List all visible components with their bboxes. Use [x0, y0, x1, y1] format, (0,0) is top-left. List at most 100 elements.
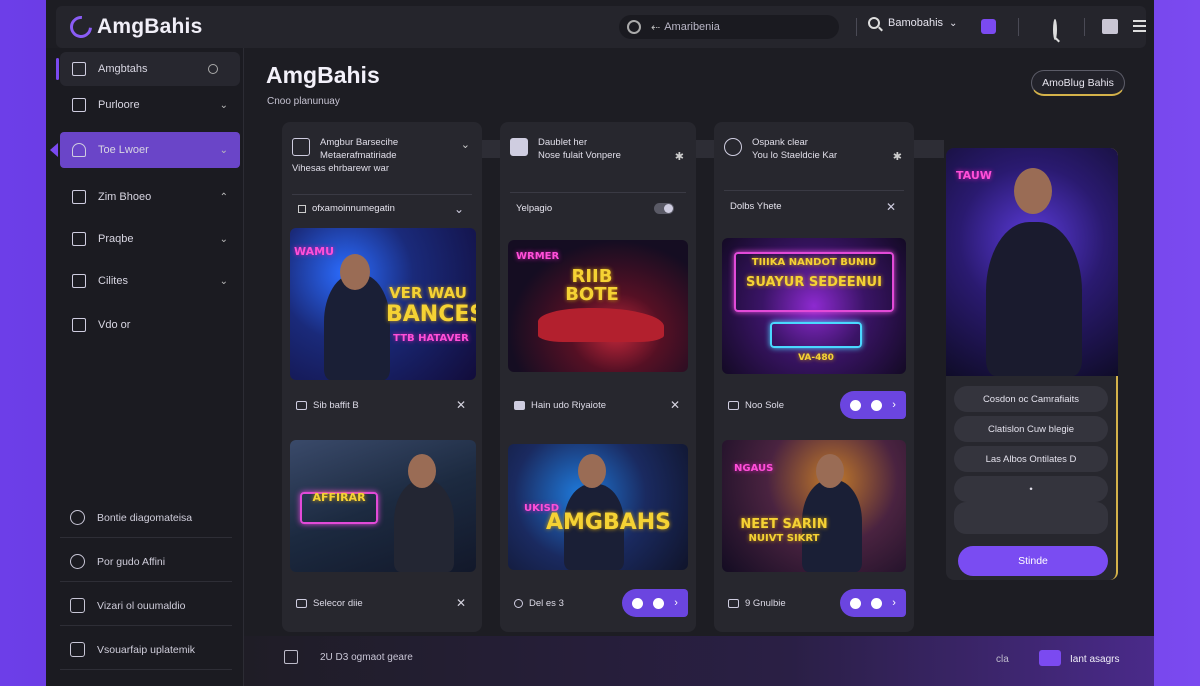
arrow-icon: › [892, 399, 896, 411]
sidebar-bottom-item[interactable]: Vizari ol ouumaldio [60, 586, 232, 626]
neon-text: SUAYUR SEDEENUI [746, 275, 882, 290]
neon-text: NUIVT SIKRT [748, 533, 820, 544]
action-pill[interactable]: › [840, 589, 906, 617]
panel-input-field[interactable] [954, 502, 1108, 534]
submit-button[interactable]: Stinde [958, 546, 1108, 576]
image-icon [514, 400, 525, 410]
panel-option-button[interactable]: • [954, 476, 1108, 502]
image-icon [296, 400, 307, 410]
promo-card-image[interactable]: TIIIKA NANDOT BUNIU SUAYUR SEDEENUI VA-4… [722, 238, 906, 374]
user-icon [632, 597, 644, 609]
brand-icon[interactable] [1039, 650, 1061, 666]
promo-card-image[interactable]: WAMU VER WAU BANCES TTB HATAVER [290, 228, 476, 380]
right-panel: TAUW Cosdon oc Camrafiaits Clatislon Cuw… [946, 148, 1118, 580]
panel-option-button[interactable]: Cosdon oc Camrafiaits [954, 386, 1108, 412]
person-figure [324, 274, 390, 380]
square-icon[interactable] [284, 650, 298, 664]
header-line: You lo Staeldcie Kar [752, 150, 838, 161]
close-icon[interactable]: ✕ [456, 596, 466, 610]
sidebar: Amgbtahs Purloore ⌄ Toe Lwoer ⌄ Zim Bhoe… [46, 48, 244, 686]
chevron-down-icon: ⌄ [949, 17, 958, 29]
sidebar-item-purloore[interactable]: Purloore ⌄ [60, 88, 240, 122]
account-dropdown[interactable]: Bamobahis ⌄ [868, 17, 957, 29]
search-icon [1053, 19, 1057, 40]
filter-row[interactable]: Dolbs Yhete ✕ [724, 190, 904, 222]
promo-card-image[interactable]: NGAUS NEET SARIN NUIVT SIKRT [722, 440, 906, 572]
sidebar-item-praqbe[interactable]: Praqbe ⌄ [60, 222, 240, 256]
user-icon [850, 597, 862, 609]
app-window: AmgBahis ⇠ Amaribenia Bamobahis ⌄ Amgbta… [46, 0, 1154, 686]
search-icon [70, 554, 85, 569]
sidebar-bottom-item[interactable]: Bontie diagomateisa [60, 498, 232, 538]
column-3: Ospank clear You lo Staeldcie Kar ✱ Dolb… [714, 122, 914, 632]
chevron-down-icon: ⌄ [219, 99, 228, 111]
toggle-switch[interactable] [654, 203, 674, 214]
promo-card-image[interactable]: UKISD AMGBAHS [508, 444, 688, 570]
sidebar-item-video[interactable]: Vdo or [60, 308, 240, 342]
bag-icon[interactable] [1102, 19, 1118, 34]
divider [856, 18, 857, 36]
car-shape [538, 308, 664, 342]
settings-icon[interactable] [208, 64, 218, 74]
sidebar-item-label: Amgbtahs [98, 63, 148, 75]
chevron-down-icon: ⌄ [219, 275, 228, 287]
sidebar-bottom-item[interactable]: Por gudo Affini [60, 542, 232, 582]
person-figure [394, 480, 454, 572]
promo-card-image[interactable]: WRMER RIIB BOTE [508, 240, 688, 372]
promo-card-image[interactable]: AFFIRAR [290, 440, 476, 572]
person-head [340, 254, 370, 290]
header-line: Ospank clear [752, 137, 808, 148]
chevron-down-icon[interactable]: ⌄ [461, 138, 470, 151]
user-icon [871, 597, 883, 609]
card-label: Del es 3 [529, 597, 564, 609]
search-button[interactable] [1053, 19, 1065, 40]
account-label: Bamobahis [888, 17, 944, 29]
close-icon[interactable]: ✕ [670, 398, 680, 412]
header-line: Amgbur Barsecihe [320, 137, 399, 148]
sidebar-item-cilites[interactable]: Cilites ⌄ [60, 264, 240, 298]
image-icon [70, 598, 85, 613]
page-subtitle: Cnoo planunuay [267, 96, 340, 107]
header-line: Metaerafmatiriade [320, 150, 397, 161]
filter-dropdown[interactable]: ofxamoinnumegatin ⌄ [292, 194, 472, 222]
top-action-button[interactable]: AmoBlug Bahis [1031, 70, 1125, 96]
arrow-icon: › [674, 597, 678, 609]
sparkle-icon[interactable]: ✱ [675, 150, 684, 163]
sidebar-item-label: Praqbe [98, 233, 134, 245]
column-header: Amgbur Barsecihe Metaerafmatiriade Vihes… [292, 136, 472, 174]
profile-image[interactable]: TAUW [946, 148, 1118, 376]
page-title: AmgBahis [266, 62, 380, 88]
bottom-bar: 2U D3 ogmaot geare cla Iant asagrs [244, 636, 1154, 686]
sidebar-item-home[interactable]: Amgbtahs [56, 52, 240, 86]
close-icon[interactable]: ✕ [456, 398, 466, 412]
menu-icon[interactable] [1133, 20, 1146, 35]
profile-icon [724, 138, 742, 156]
person-head [408, 454, 436, 488]
field-label: Dolbs Yhete [730, 201, 782, 212]
app-logo[interactable]: AmgBahis [65, 11, 202, 43]
neon-text: TTB HATAVER [393, 333, 469, 344]
toggle-row[interactable]: Yelpagio [510, 192, 686, 224]
card-label: Selecor diie [313, 597, 363, 609]
neon-text: VER WAU [389, 284, 467, 302]
action-pill[interactable]: › [840, 391, 906, 419]
search-input[interactable]: ⇠ Amaribenia [619, 15, 839, 39]
sparkle-icon[interactable]: ✱ [893, 150, 902, 163]
sidebar-bottom-label: Por gudo Affini [97, 555, 166, 568]
sidebar-bottom-label: Vsouarfaip uplatemik [97, 643, 196, 656]
panel-option-button[interactable]: Clatislon Cuw blegie [954, 416, 1108, 442]
panel-option-button[interactable]: Las Albos Ontilates D [954, 446, 1108, 472]
image-icon [728, 400, 739, 410]
sidebar-item-zim[interactable]: Zim Bhoeo ⌃ [60, 180, 240, 214]
card-label: Noo Sole [745, 399, 785, 411]
sidebar-bottom-item[interactable]: Vsouarfaip uplatemik [60, 630, 232, 670]
notification-icon[interactable] [981, 19, 996, 34]
card-label: 9 Gnulbie [745, 597, 786, 609]
sidebar-item-active[interactable]: Toe Lwoer ⌄ [50, 132, 240, 168]
search-icon [868, 17, 880, 29]
bottom-label[interactable]: Iant asagrs [1070, 654, 1119, 665]
action-pill[interactable]: › [622, 589, 688, 617]
close-icon[interactable]: ✕ [886, 200, 896, 214]
checkbox-icon [298, 204, 306, 213]
card-label: Hain udo Riyaiote [531, 399, 606, 411]
